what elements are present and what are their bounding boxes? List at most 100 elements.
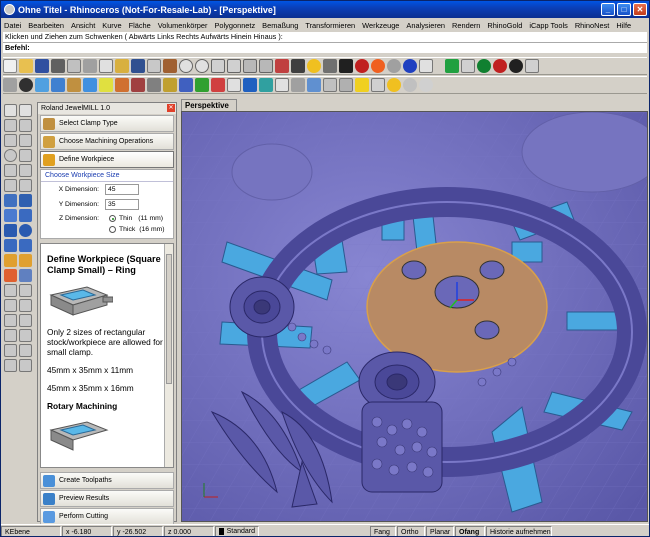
array-icon[interactable] bbox=[323, 78, 337, 92]
sphere-grey-icon[interactable] bbox=[387, 59, 401, 73]
rhino-render-icon[interactable] bbox=[403, 78, 417, 92]
dimension-icon[interactable] bbox=[4, 344, 17, 357]
chain-icon[interactable] bbox=[163, 78, 177, 92]
line-icon[interactable] bbox=[19, 119, 32, 132]
new-file-icon[interactable] bbox=[3, 59, 17, 73]
osnap-toggle[interactable]: Ofang bbox=[455, 525, 485, 536]
menu-bemassung[interactable]: Bemaßung bbox=[262, 21, 298, 30]
help-scroll-thumb[interactable] bbox=[166, 254, 172, 384]
boolean-union-icon[interactable] bbox=[4, 254, 17, 267]
x-dimension-field[interactable] bbox=[105, 184, 139, 195]
join-icon[interactable] bbox=[19, 284, 32, 297]
z-thin-radio[interactable]: Thin (11 mm) bbox=[109, 215, 163, 222]
help-circle-icon[interactable] bbox=[19, 78, 33, 92]
menu-analysieren[interactable]: Analysieren bbox=[406, 21, 445, 30]
grid-icon[interactable] bbox=[259, 59, 273, 73]
gem-icon[interactable] bbox=[35, 78, 49, 92]
red-sphere-icon[interactable] bbox=[493, 59, 507, 73]
print-icon[interactable] bbox=[51, 59, 65, 73]
viewport-tab[interactable]: Perspektive bbox=[181, 99, 237, 111]
menu-polygonnetz[interactable]: Polygonnetz bbox=[214, 21, 255, 30]
more-tools-icon[interactable] bbox=[525, 59, 539, 73]
boolean-diff-icon[interactable] bbox=[19, 254, 32, 267]
move-icon[interactable] bbox=[19, 299, 32, 312]
grasshopper-icon[interactable] bbox=[445, 59, 459, 73]
save-icon[interactable] bbox=[35, 59, 49, 73]
zoom-extents-icon[interactable] bbox=[211, 59, 225, 73]
planar-toggle[interactable]: Planar bbox=[426, 525, 454, 536]
rhino-logo-icon[interactable] bbox=[419, 78, 433, 92]
extrude-icon[interactable] bbox=[19, 194, 32, 207]
mesh-tool-icon[interactable] bbox=[4, 269, 17, 282]
material-icon[interactable] bbox=[371, 59, 385, 73]
import-icon[interactable] bbox=[67, 59, 81, 73]
surface-icon[interactable] bbox=[4, 194, 17, 207]
y-dimension-field[interactable] bbox=[105, 199, 139, 210]
menu-rhinogold[interactable]: RhinoGold bbox=[487, 21, 522, 30]
point-icon[interactable] bbox=[4, 119, 17, 132]
help-icon[interactable] bbox=[419, 59, 433, 73]
define-workpiece-button[interactable]: Define Workpiece bbox=[40, 151, 174, 168]
polyline-icon[interactable] bbox=[4, 134, 17, 147]
options-icon[interactable] bbox=[461, 59, 475, 73]
menu-volumenkoerper[interactable]: Volumenkörper bbox=[158, 21, 208, 30]
leaf-icon[interactable] bbox=[195, 78, 209, 92]
gem-cut-icon[interactable] bbox=[51, 78, 65, 92]
report-icon[interactable] bbox=[371, 78, 385, 92]
cylinder-icon[interactable] bbox=[4, 239, 17, 252]
perform-cutting-button[interactable]: Perform Cutting bbox=[40, 508, 174, 525]
open-folder-icon[interactable] bbox=[19, 59, 33, 73]
paste-icon[interactable] bbox=[115, 59, 129, 73]
menu-bearbeiten[interactable]: Bearbeiten bbox=[28, 21, 64, 30]
copy-transform-icon[interactable] bbox=[4, 314, 17, 327]
bail-icon[interactable] bbox=[67, 78, 81, 92]
arc-icon[interactable] bbox=[19, 149, 32, 162]
snap-toggle[interactable]: Fang bbox=[370, 525, 396, 536]
zoom-selected-icon[interactable] bbox=[227, 59, 241, 73]
ring-wizard-icon[interactable] bbox=[131, 78, 145, 92]
explode-icon[interactable] bbox=[4, 299, 17, 312]
analyze-icon[interactable] bbox=[4, 359, 17, 372]
green-sphere-icon[interactable] bbox=[477, 59, 491, 73]
menu-hilfe[interactable]: Hilfe bbox=[616, 21, 631, 30]
menu-rhinonest[interactable]: RhinoNest bbox=[575, 21, 610, 30]
render-tool-icon[interactable] bbox=[19, 359, 32, 372]
panel-close-button[interactable]: ✕ bbox=[167, 104, 175, 112]
prong-icon[interactable] bbox=[115, 78, 129, 92]
box-icon[interactable] bbox=[4, 224, 17, 237]
shade-icon[interactable] bbox=[323, 59, 337, 73]
mirror-transform-icon[interactable] bbox=[19, 329, 32, 342]
scale-icon[interactable] bbox=[4, 329, 17, 342]
cone-icon[interactable] bbox=[19, 239, 32, 252]
flow-icon[interactable] bbox=[307, 78, 321, 92]
gem-tool-icon[interactable] bbox=[3, 78, 17, 92]
render-icon[interactable] bbox=[339, 59, 353, 73]
grid-snap-icon[interactable] bbox=[291, 78, 305, 92]
text-icon[interactable] bbox=[227, 78, 241, 92]
select-points-icon[interactable] bbox=[19, 104, 32, 117]
select-clamp-type-button[interactable]: Select Clamp Type bbox=[40, 115, 174, 132]
z-thick-radio[interactable]: Thick (16 mm) bbox=[109, 226, 165, 233]
color-wheel-icon[interactable] bbox=[355, 59, 369, 73]
pave-icon[interactable] bbox=[99, 78, 113, 92]
cut-icon[interactable] bbox=[83, 59, 97, 73]
ortho-toggle[interactable]: Ortho bbox=[397, 525, 425, 536]
rotate-view-icon[interactable] bbox=[163, 59, 177, 73]
globe-icon[interactable] bbox=[243, 78, 257, 92]
menu-icapp-tools[interactable]: iCapp Tools bbox=[529, 21, 567, 30]
measure-icon[interactable] bbox=[275, 78, 289, 92]
viewport-layout-icon[interactable] bbox=[243, 59, 257, 73]
close-button[interactable]: ✕ bbox=[633, 3, 647, 16]
black-sphere-icon[interactable] bbox=[509, 59, 523, 73]
menu-flaeche[interactable]: Fläche bbox=[129, 21, 151, 30]
create-toolpaths-button[interactable]: Create Toolpaths bbox=[40, 472, 174, 489]
record-history-toggle[interactable]: Historie aufnehmen bbox=[486, 525, 552, 536]
weight-icon[interactable] bbox=[355, 78, 369, 92]
offset-icon[interactable] bbox=[19, 179, 32, 192]
undo-icon[interactable] bbox=[131, 59, 145, 73]
setting-icon[interactable] bbox=[147, 78, 161, 92]
copy-icon[interactable] bbox=[99, 59, 113, 73]
layer-icon[interactable] bbox=[275, 59, 289, 73]
sphere-blue-icon[interactable] bbox=[403, 59, 417, 73]
sphere-icon[interactable] bbox=[19, 224, 32, 237]
